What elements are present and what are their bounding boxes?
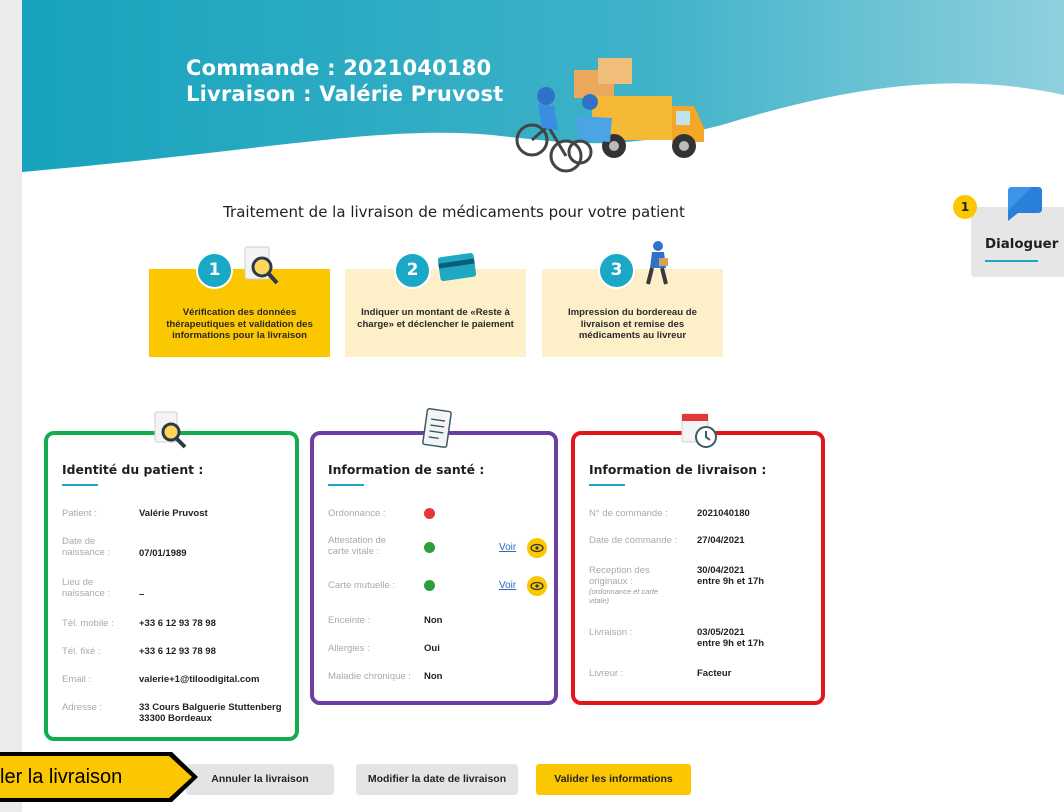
originals-reception-value: 30/04/2021 entre 9h et 17h	[697, 565, 765, 587]
validate-info-button[interactable]: Valider les informations	[536, 764, 691, 795]
dialoguer-label: Dialoguer	[985, 237, 1059, 252]
step-2-number: 2	[394, 252, 431, 289]
title-underline	[328, 484, 364, 486]
chat-bubble-icon[interactable]	[1002, 181, 1044, 223]
order-date-label: Date de commande :	[589, 535, 678, 546]
birthplace-label: Lieu de naissance :	[62, 577, 111, 599]
page: Commande : 2021040180 Livraison : Valéri…	[22, 0, 1064, 812]
step-1-card: Vérification des données thérapeutiques …	[149, 269, 330, 357]
pregnant-value: Non	[424, 615, 443, 626]
clipboard-document-icon	[422, 408, 452, 448]
step-2-card: Indiquer un montant de «Reste à charge» …	[345, 269, 526, 357]
health-info-card: Information de santé : Ordonnance : Atte…	[310, 431, 558, 705]
allergies-value: Oui	[424, 643, 440, 654]
address-label: Adresse :	[62, 702, 103, 713]
mutual-eye-button[interactable]	[527, 576, 547, 596]
birthdate-value: 07/01/1989	[139, 548, 187, 559]
order-number-value: 2021040180	[697, 508, 750, 519]
eye-icon	[530, 581, 544, 591]
delivery-date-label: Livraison :	[589, 627, 633, 638]
health-card-title: Information de santé :	[328, 462, 485, 477]
courier-label: Livreur :	[589, 668, 624, 679]
allergies-label: Allergies :	[328, 643, 370, 654]
chronic-disease-label: Maladie chronique :	[328, 671, 411, 682]
vitale-ok-icon	[424, 542, 435, 553]
patient-card-title: Identité du patient :	[62, 462, 204, 477]
magnifier-document-icon	[244, 246, 279, 285]
originals-reception-label-text: Reception des originaux :	[589, 565, 650, 587]
mobile-value: +33 6 12 93 78 98	[139, 618, 216, 629]
prescription-error-icon	[424, 508, 435, 519]
step-1-text: Vérification des données thérapeutiques …	[166, 307, 313, 341]
title-underline	[589, 484, 625, 486]
landline-value: +33 6 12 93 78 98	[139, 646, 216, 657]
callout-text: ler la livraison	[0, 766, 123, 788]
header-banner: Commande : 2021040180 Livraison : Valéri…	[22, 0, 1064, 190]
step-2-text: Indiquer un montant de «Reste à charge» …	[357, 307, 514, 330]
page-subtitle: Traitement de la livraison de médicament…	[223, 203, 685, 221]
address-value: 33 Cours Balguerie Stuttenberg 33300 Bor…	[139, 702, 282, 724]
courier-value: Facteur	[697, 668, 732, 679]
magnifier-document-icon	[154, 411, 187, 449]
order-date-value: 27/04/2021	[697, 535, 745, 546]
patient-identity-card: Identité du patient : Patient : Valérie …	[44, 431, 299, 741]
pregnant-label: Enceinte :	[328, 615, 371, 626]
eye-icon	[530, 543, 544, 553]
dialoguer-badge: 1	[953, 195, 977, 219]
credit-card-icon	[438, 252, 477, 282]
vitale-eye-button[interactable]	[527, 538, 547, 558]
title-underline	[62, 484, 98, 486]
modify-delivery-date-button[interactable]: Modifier la date de livraison	[356, 764, 518, 795]
mobile-label: Tél. mobile :	[62, 618, 114, 629]
birthdate-label: Date de naissance :	[62, 536, 111, 558]
dialoguer-underline	[985, 260, 1038, 262]
landline-label: Tél. fixé :	[62, 646, 101, 657]
chronic-disease-value: Non	[424, 671, 443, 682]
patient-label: Patient :	[62, 508, 97, 519]
cancel-delivery-button[interactable]: Annuler la livraison	[186, 764, 334, 795]
mutual-view-link[interactable]: Voir	[499, 580, 516, 591]
delivery-truck-illustration	[515, 58, 704, 173]
delivery-title: Livraison : Valérie Pruvost	[186, 82, 504, 106]
calendar-clock-icon	[681, 413, 717, 448]
delivery-card-title: Information de livraison :	[589, 462, 767, 477]
courier-icon	[646, 241, 668, 285]
email-value: valerie+1@tiloodigital.com	[139, 674, 260, 685]
mutual-card-label: Carte mutuelle :	[328, 580, 396, 591]
step-3-card: Impression du bordereau de livraison et …	[542, 269, 723, 357]
patient-value: Valérie Pruvost	[139, 508, 208, 519]
birthplace-value: –	[139, 589, 145, 600]
delivery-date-value: 03/05/2021 entre 9h et 17h	[697, 627, 765, 649]
originals-reception-label: Reception des originaux : (ordonnance et…	[589, 565, 671, 605]
step-3-number: 3	[598, 252, 635, 289]
order-number-label: N° de commande :	[589, 508, 668, 519]
order-title: Commande : 2021040180	[186, 56, 492, 80]
step-1-number: 1	[196, 252, 233, 289]
delivery-info-card: Information de livraison : N° de command…	[571, 431, 825, 705]
email-label: Email :	[62, 674, 92, 685]
mutual-ok-icon	[424, 580, 435, 591]
originals-reception-note: (ordonnance et carte vitale)	[589, 587, 659, 605]
prescription-label: Ordonnance :	[328, 508, 386, 519]
vitale-card-label: Attestation de carte vitale :	[328, 535, 387, 557]
vitale-view-link[interactable]: Voir	[499, 542, 516, 553]
step-3-text: Impression du bordereau de livraison et …	[567, 307, 697, 341]
